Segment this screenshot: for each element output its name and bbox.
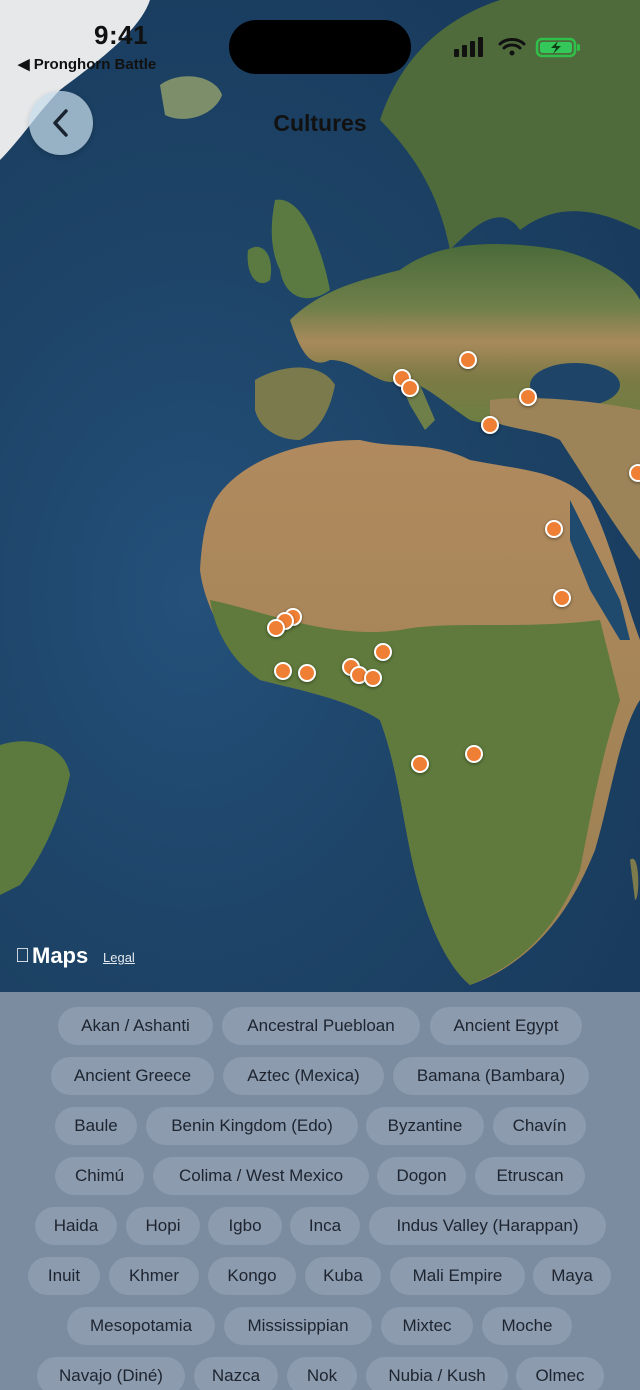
culture-chip[interactable]: Khmer <box>109 1257 199 1295</box>
culture-chip[interactable]: Bamana (Bambara) <box>393 1057 589 1095</box>
culture-chip[interactable]: Maya <box>533 1257 611 1295</box>
culture-chip[interactable]: Colima / West Mexico <box>153 1157 369 1195</box>
map-marker[interactable] <box>519 388 537 406</box>
chip-row: Chimú Colima / West Mexico Dogon Etrusca… <box>0 1157 640 1195</box>
chip-row: Haida Hopi Igbo Inca Indus Valley (Harap… <box>0 1207 640 1245</box>
legal-link[interactable]: Legal <box>103 950 135 965</box>
culture-chip[interactable]: Olmec <box>516 1357 604 1390</box>
culture-chip[interactable]: Ancestral Puebloan <box>222 1007 420 1045</box>
culture-chip[interactable]: Inca <box>290 1207 360 1245</box>
culture-chip[interactable]: Mesopotamia <box>67 1307 215 1345</box>
apple-maps-logo:  Maps <box>15 943 88 969</box>
culture-chip[interactable]: Moche <box>482 1307 572 1345</box>
culture-filter-panel: Akan / Ashanti Ancestral Puebloan Ancien… <box>0 992 640 1390</box>
chip-row: Navajo (Diné) Nazca Nok Nubia / Kush Olm… <box>0 1357 640 1390</box>
culture-chip[interactable]: Inuit <box>28 1257 100 1295</box>
status-icons <box>454 37 580 58</box>
map-marker[interactable] <box>374 643 392 661</box>
battery-charging-icon <box>535 37 580 58</box>
chip-row: Ancient Greece Aztec (Mexica) Bamana (Ba… <box>0 1057 640 1095</box>
culture-chip[interactable]: Nubia / Kush <box>366 1357 508 1390</box>
chip-row: Inuit Khmer Kongo Kuba Mali Empire Maya <box>0 1257 640 1295</box>
culture-chip[interactable]: Mississippian <box>224 1307 372 1345</box>
page-title: Cultures <box>273 110 367 136</box>
culture-chip[interactable]: Mixtec <box>381 1307 473 1345</box>
status-time: 9:41 <box>94 20 149 50</box>
map-marker[interactable] <box>298 664 316 682</box>
signal-icon <box>454 37 483 57</box>
map-marker[interactable] <box>274 662 292 680</box>
back-to-app-link[interactable]: ◀ Pronghorn Battle <box>18 55 156 73</box>
culture-chip[interactable]: Ancient Greece <box>51 1057 214 1095</box>
map-marker[interactable] <box>459 351 477 369</box>
culture-chip[interactable]: Ancient Egypt <box>430 1007 582 1045</box>
culture-chip[interactable]: Nazca <box>194 1357 278 1390</box>
chip-row: Akan / Ashanti Ancestral Puebloan Ancien… <box>0 1007 640 1045</box>
map-marker[interactable] <box>553 589 571 607</box>
map-marker[interactable] <box>364 669 382 687</box>
culture-chip[interactable]: Nok <box>287 1357 357 1390</box>
culture-chip[interactable]: Benin Kingdom (Edo) <box>146 1107 358 1145</box>
culture-chip[interactable]: Navajo (Diné) <box>37 1357 185 1390</box>
culture-chip[interactable]: Chimú <box>55 1157 144 1195</box>
maps-label: Maps <box>17 943 88 968</box>
chip-row: Baule Benin Kingdom (Edo) Byzantine Chav… <box>0 1107 640 1145</box>
map-view[interactable]:  Maps Legal <box>0 0 640 992</box>
map-marker[interactable] <box>401 379 419 397</box>
culture-chip[interactable]: Mali Empire <box>390 1257 525 1295</box>
culture-chip[interactable]: Akan / Ashanti <box>58 1007 213 1045</box>
dynamic-island <box>229 20 411 74</box>
culture-chip[interactable]: Aztec (Mexica) <box>223 1057 384 1095</box>
wifi-icon <box>498 38 526 56</box>
map-marker[interactable] <box>465 745 483 763</box>
culture-chip[interactable]: Byzantine <box>366 1107 484 1145</box>
map-marker[interactable] <box>481 416 499 434</box>
culture-chip[interactable]: Kongo <box>208 1257 296 1295</box>
chip-row: Mesopotamia Mississippian Mixtec Moche <box>0 1307 640 1345</box>
culture-chip[interactable]: Kuba <box>305 1257 381 1295</box>
culture-chip[interactable]: Indus Valley (Harappan) <box>369 1207 606 1245</box>
satellite-terrain <box>0 0 640 985</box>
map-marker[interactable] <box>267 619 285 637</box>
map-marker[interactable] <box>411 755 429 773</box>
map-marker[interactable] <box>545 520 563 538</box>
culture-chip[interactable]: Igbo <box>208 1207 282 1245</box>
apple-logo-icon:  <box>15 945 30 968</box>
culture-chip[interactable]: Etruscan <box>475 1157 585 1195</box>
culture-chip[interactable]: Dogon <box>377 1157 466 1195</box>
culture-chip[interactable]: Hopi <box>126 1207 200 1245</box>
culture-chip[interactable]: Haida <box>35 1207 117 1245</box>
culture-chip[interactable]: Baule <box>55 1107 137 1145</box>
culture-chip[interactable]: Chavín <box>493 1107 586 1145</box>
map-marker[interactable] <box>629 464 640 482</box>
